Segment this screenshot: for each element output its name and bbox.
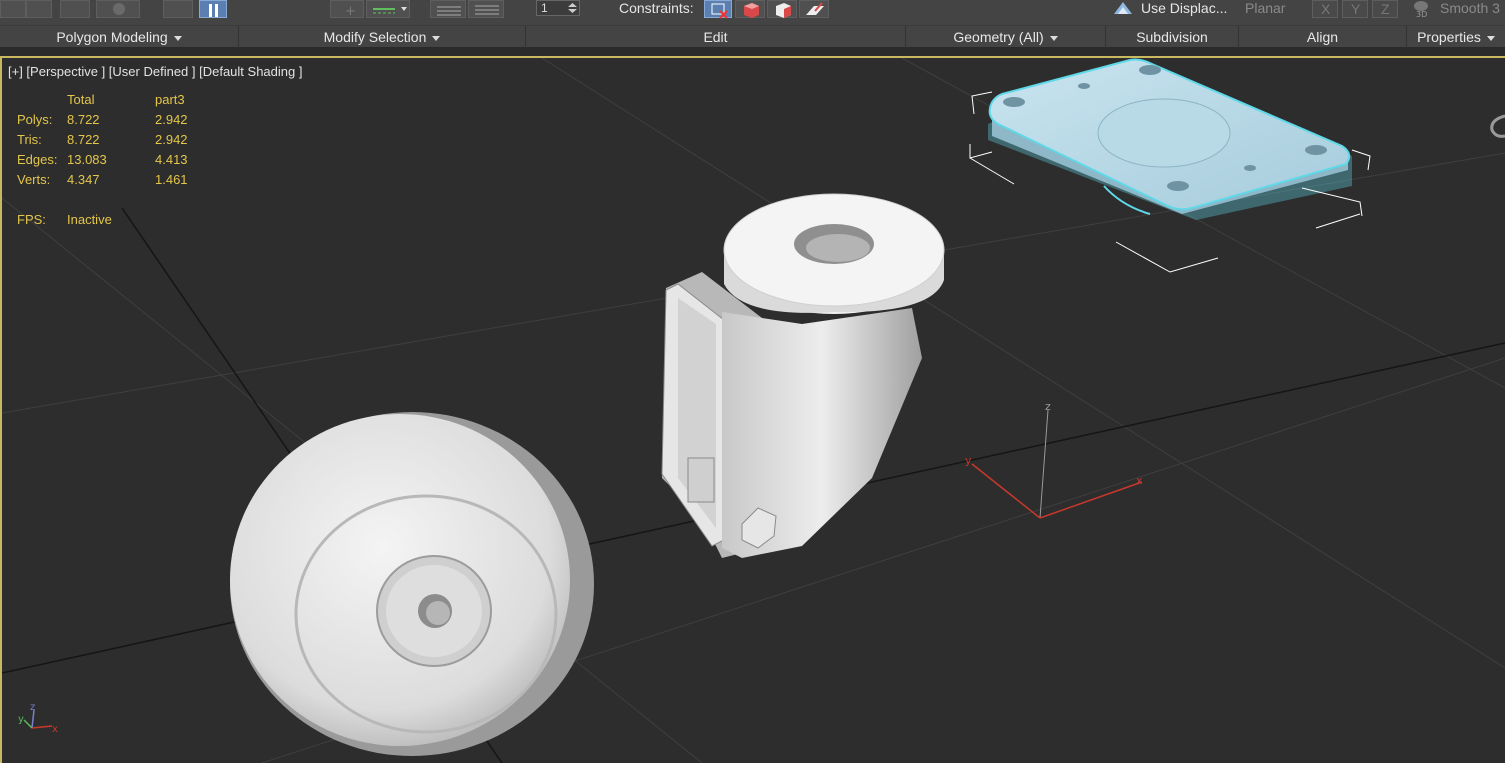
stats-row-label: Verts: xyxy=(17,172,51,187)
modify-selection-dropdown[interactable]: Modify Selection xyxy=(239,26,526,48)
lines-icon xyxy=(475,5,499,15)
planar-button[interactable]: Planar xyxy=(1245,0,1285,16)
stats-row-part: 2.942 xyxy=(155,132,188,147)
loop-dropdown[interactable] xyxy=(366,0,410,18)
align-group[interactable]: Align xyxy=(1239,26,1407,48)
constraints-label: Constraints: xyxy=(619,0,694,16)
transform-gizmo[interactable]: z y x xyxy=(965,400,1143,519)
viewport-canvas[interactable]: z y x z y x xyxy=(2,58,1505,763)
tripod-x-label: x xyxy=(52,724,58,735)
use-displacement-toggle[interactable] xyxy=(1110,0,1136,18)
align-z-button[interactable]: Z xyxy=(1372,0,1398,18)
ribbon-groups-row: Polygon Modeling Modify Selection Edit G… xyxy=(0,25,1505,48)
ribbon: + 1 Constraints: Use Displac... Planar X… xyxy=(0,0,1505,48)
tripod-z-label: z xyxy=(30,702,35,713)
ribbon-blank-button[interactable] xyxy=(163,0,193,18)
fps-value: Inactive xyxy=(67,212,112,227)
geometry-all-label: Geometry (All) xyxy=(953,29,1044,45)
gizmo-x-label: x xyxy=(1136,474,1143,487)
ring-icon xyxy=(437,6,461,16)
subdivision-group[interactable]: Subdivision xyxy=(1106,26,1239,48)
shrink-button[interactable] xyxy=(468,0,504,18)
select-tool-button[interactable] xyxy=(0,0,26,18)
perspective-viewport[interactable]: z y x z y x [+] [Perspective ] [User Def… xyxy=(0,56,1505,763)
constraint-none-button[interactable] xyxy=(704,0,732,19)
stats-col-part: part3 xyxy=(155,92,185,107)
record-icon xyxy=(113,3,125,15)
gizmo-z-label: z xyxy=(1045,400,1051,413)
stats-col-total: Total xyxy=(67,92,95,107)
edit-label: Edit xyxy=(703,29,728,45)
caster-wheel[interactable] xyxy=(230,412,594,756)
stats-row-total: 4.347 xyxy=(67,172,100,187)
fps-label: FPS: xyxy=(17,212,46,227)
properties-label: Properties xyxy=(1417,29,1481,45)
align-z-label: Z xyxy=(1381,1,1390,17)
pin-stack-button[interactable] xyxy=(199,0,227,18)
viewcube-icon[interactable] xyxy=(1490,114,1505,138)
spinner-value: 1 xyxy=(541,1,548,15)
align-label: Align xyxy=(1306,29,1339,45)
select-by-name-button[interactable] xyxy=(26,0,52,18)
smooth-icon: 3D xyxy=(1414,1,1428,19)
displacement-icon xyxy=(1114,2,1132,14)
record-button[interactable] xyxy=(96,0,140,18)
stats-row-total: 8.722 xyxy=(67,132,100,147)
edit-group[interactable]: Edit xyxy=(526,26,906,48)
axis-tripod: z y x xyxy=(18,702,58,735)
polygon-modeling-label: Polygon Modeling xyxy=(56,29,168,45)
plus-icon: + xyxy=(345,4,356,19)
caster-fork[interactable] xyxy=(661,193,945,558)
no-constraint-icon xyxy=(711,3,728,19)
align-y-label: Y xyxy=(1351,1,1361,17)
modify-selection-label: Modify Selection xyxy=(323,29,427,45)
align-x-label: X xyxy=(1321,1,1331,17)
stats-row-total: 13.083 xyxy=(67,152,107,167)
ring-spinner[interactable]: 1 xyxy=(536,0,580,16)
ring-button[interactable] xyxy=(430,0,466,18)
ribbon-tools-row: + 1 Constraints: Use Displac... Planar X… xyxy=(0,0,1505,25)
align-x-button[interactable]: X xyxy=(1312,0,1338,18)
smooth-label[interactable]: Smooth 3 xyxy=(1440,0,1500,16)
stats-row-label: Polys: xyxy=(17,112,53,127)
normal-icon xyxy=(806,2,824,15)
stats-row-part: 1.461 xyxy=(155,172,188,187)
cube-edge-icon xyxy=(744,3,759,18)
constraint-normal-button[interactable] xyxy=(799,0,829,18)
gizmo-y-label: y xyxy=(965,454,972,467)
constraint-edge-button[interactable] xyxy=(735,0,765,18)
svg-text:+: + xyxy=(345,4,356,19)
smooth-button[interactable]: 3D xyxy=(1410,0,1432,19)
stats-row-total: 8.722 xyxy=(67,112,100,127)
stats-row-part: 2.942 xyxy=(155,112,188,127)
viewport-label-menu[interactable]: [+] [Perspective ] [User Defined ] [Defa… xyxy=(8,64,302,79)
loop-icon xyxy=(373,7,407,14)
chevron-down-icon xyxy=(432,35,441,41)
chevron-down-icon xyxy=(1049,35,1058,41)
cube-face-icon xyxy=(776,3,791,18)
stats-row-part: 4.413 xyxy=(155,152,188,167)
chevron-down-icon xyxy=(173,35,182,41)
svg-text:3D: 3D xyxy=(1416,10,1427,18)
cube-tool-button[interactable] xyxy=(60,0,90,18)
pin-icon xyxy=(209,4,218,17)
polygon-modeling-dropdown[interactable]: Polygon Modeling xyxy=(0,26,239,48)
constraint-face-button[interactable] xyxy=(767,0,797,18)
properties-dropdown[interactable]: Properties xyxy=(1407,26,1505,48)
subdivision-label: Subdivision xyxy=(1136,29,1208,45)
tripod-y-label: y xyxy=(18,714,24,725)
grow-button[interactable]: + xyxy=(330,0,364,19)
chevron-down-icon xyxy=(1486,35,1495,41)
use-displacement-label[interactable]: Use Displac... xyxy=(1141,0,1227,16)
caster-top-plate[interactable] xyxy=(988,58,1352,221)
stats-row-label: Tris: xyxy=(17,132,42,147)
align-y-button[interactable]: Y xyxy=(1342,0,1368,18)
stats-row-label: Edges: xyxy=(17,152,58,167)
spinner-arrows-icon[interactable] xyxy=(568,2,577,14)
geometry-all-dropdown[interactable]: Geometry (All) xyxy=(906,26,1106,48)
